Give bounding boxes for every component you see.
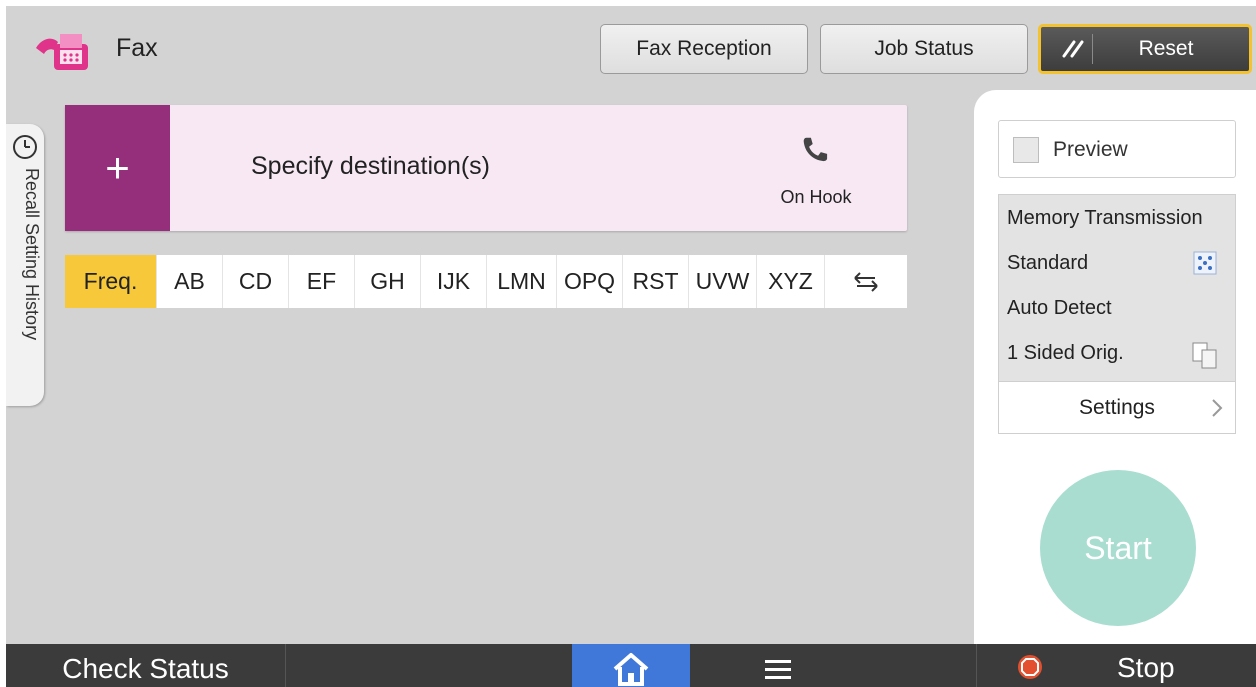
tab-ab[interactable]: AB (157, 255, 223, 308)
reset-label: Reset (1138, 37, 1194, 60)
tab-ef[interactable]: EF (289, 255, 355, 308)
recall-setting-history-tab[interactable]: Recall Setting History (6, 124, 44, 406)
on-hook-button[interactable]: On Hook (771, 187, 861, 208)
recall-setting-history-label: Recall Setting History (22, 168, 42, 341)
add-destination-button[interactable]: + (65, 105, 170, 231)
tab-cd[interactable]: CD (223, 255, 289, 308)
reset-slash-icon (1053, 34, 1093, 64)
transmission-mode: Memory Transmission (1007, 207, 1203, 229)
preview-label: Preview (1053, 138, 1128, 161)
settings-summary: Memory Transmission Standard Auto Detect… (998, 194, 1236, 434)
settings-label: Settings (1079, 395, 1155, 419)
tab-ijk[interactable]: IJK (421, 255, 487, 308)
tab-lmn[interactable]: LMN (487, 255, 557, 308)
stop-button[interactable]: Stop (976, 644, 1256, 687)
preview-toggle[interactable]: Preview (998, 120, 1236, 178)
tab-uvw[interactable]: UVW (689, 255, 757, 308)
fax-machine-icon (36, 34, 88, 70)
resolution-icon (1193, 251, 1217, 275)
sides-value: 1 Sided Orig. (1007, 342, 1124, 364)
home-button[interactable] (572, 644, 690, 687)
check-status-button[interactable]: Check Status (6, 644, 286, 687)
chevron-right-icon (1212, 399, 1223, 417)
fax-reception-button[interactable]: Fax Reception (600, 24, 808, 74)
tab-opq[interactable]: OPQ (557, 255, 623, 308)
tab-freq[interactable]: Freq. (65, 255, 157, 308)
swap-arrows-icon (854, 271, 878, 292)
index-tab-bar: Freq. AB CD EF GH IJK LMN OPQ RST UVW XY… (65, 255, 907, 308)
tab-xyz[interactable]: XYZ (757, 255, 825, 308)
original-type-value: Auto Detect (1007, 297, 1112, 319)
specify-destination-label: Specify destination(s) (251, 152, 491, 180)
fax-screen: Fax Fax Reception Job Status Reset Recal… (6, 6, 1256, 687)
bottom-bar: Check Status Stop (6, 644, 1256, 687)
phone-handset-icon (803, 137, 828, 162)
destination-card[interactable]: + Specify destination(s) On Hook (65, 105, 907, 231)
stop-label: Stop (1117, 652, 1175, 683)
reset-button[interactable]: Reset (1038, 24, 1252, 74)
job-status-button[interactable]: Job Status (820, 24, 1028, 74)
stop-icon (1018, 655, 1042, 679)
settings-button[interactable]: Settings (999, 381, 1235, 433)
start-button[interactable]: Start (1040, 470, 1196, 626)
clock-icon (13, 135, 37, 159)
preview-checkbox[interactable] (1013, 137, 1039, 163)
tab-rst[interactable]: RST (623, 255, 689, 308)
right-panel: Preview Memory Transmission Standard Aut… (974, 90, 1256, 650)
menu-button[interactable] (748, 644, 808, 687)
home-icon (613, 652, 649, 686)
app-title: Fax (116, 34, 158, 62)
resolution-value: Standard (1007, 252, 1089, 274)
tab-gh[interactable]: GH (355, 255, 421, 308)
swap-index-button[interactable] (825, 255, 907, 308)
menu-icon (765, 659, 791, 679)
duplex-icon (1192, 342, 1217, 369)
